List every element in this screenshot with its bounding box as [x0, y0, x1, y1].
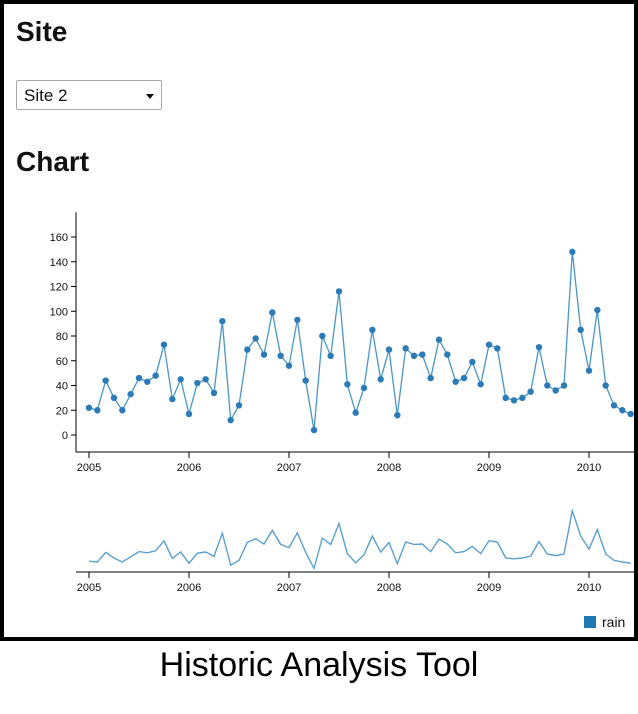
data-point-54: [535, 343, 543, 351]
x-tick-label-2005: 2005: [77, 462, 101, 474]
y-tick-label-100: 100: [50, 306, 68, 318]
data-point-21: [260, 351, 268, 358]
y-tick-label-60: 60: [56, 356, 68, 368]
data-point-52: [519, 394, 526, 402]
data-point-11: [177, 376, 184, 383]
context-x-tick-label-2010: 2010: [577, 582, 601, 594]
data-point-27: [310, 426, 318, 434]
data-point-47: [477, 381, 484, 388]
data-point-43: [444, 351, 451, 358]
y-tick-label-40: 40: [56, 381, 68, 393]
y-tick-label-140: 140: [50, 257, 68, 269]
data-point-51: [510, 397, 518, 404]
data-point-5: [127, 390, 134, 398]
data-point-62: [602, 382, 609, 389]
data-point-19: [244, 346, 251, 353]
data-point-63: [610, 402, 618, 409]
x-tick-label-2010: 2010: [577, 462, 601, 474]
data-point-23: [277, 352, 284, 359]
data-point-32: [352, 409, 359, 416]
data-point-55: [544, 382, 551, 389]
data-point-58: [569, 248, 576, 256]
data-point-13: [194, 379, 201, 387]
data-point-53: [527, 388, 534, 395]
y-tick-label-120: 120: [50, 282, 68, 294]
data-point-24: [285, 362, 293, 369]
x-tick-label-2006: 2006: [177, 462, 201, 474]
data-point-25: [294, 316, 301, 324]
context-x-tick-label-2009: 2009: [477, 582, 501, 594]
legend-label-rain: rain: [602, 614, 626, 630]
y-tick-label-80: 80: [56, 331, 68, 343]
data-point-56: [552, 387, 559, 394]
data-point-33: [360, 384, 368, 392]
data-point-20: [252, 335, 259, 342]
data-point-40: [419, 351, 426, 358]
data-point-30: [335, 288, 343, 295]
data-point-38: [402, 345, 409, 352]
caption: Historic Analysis Tool: [159, 646, 479, 684]
data-point-4: [119, 407, 126, 414]
context-x-tick-label-2006: 2006: [177, 582, 201, 594]
data-point-7: [144, 378, 151, 385]
data-point-10: [169, 395, 176, 403]
data-point-41: [427, 374, 434, 382]
data-point-48: [485, 341, 493, 348]
data-point-35: [377, 376, 384, 383]
data-point-26: [302, 377, 309, 384]
data-point-36: [385, 346, 393, 353]
data-point-31: [344, 381, 351, 388]
data-point-18: [235, 402, 243, 409]
data-point-42: [435, 336, 443, 343]
data-point-3: [110, 394, 118, 402]
data-point-45: [460, 374, 468, 382]
context-x-tick-label-2008: 2008: [377, 582, 401, 594]
data-point-64: [619, 407, 626, 414]
y-tick-label-20: 20: [56, 405, 68, 417]
data-point-12: [185, 410, 193, 418]
data-point-39: [410, 352, 418, 359]
data-point-15: [210, 389, 218, 397]
x-tick-label-2007: 2007: [277, 462, 301, 474]
data-point-37: [394, 412, 401, 419]
data-point-50: [502, 394, 509, 402]
data-point-6: [135, 374, 143, 382]
data-point-1: [94, 407, 101, 414]
context-chart-brush[interactable]: 2005 2006 2007 2008 2009 2010: [76, 508, 634, 594]
y-tick-label-0: 0: [62, 430, 68, 442]
series-line-rain: [88, 251, 631, 431]
context-series-line-rain: [88, 508, 631, 571]
data-point-14: [202, 376, 209, 383]
x-tick-label-2008: 2008: [377, 462, 401, 474]
data-point-17: [227, 416, 234, 424]
data-point-49: [494, 345, 501, 352]
data-point-22: [269, 309, 276, 316]
focus-chart: 0 20 40 60 80 100 120 140 160 2005 2006 2007 2008 200…: [50, 212, 634, 474]
x-tick-label-2009: 2009: [477, 462, 501, 474]
data-point-34: [369, 326, 376, 334]
data-point-44: [452, 378, 459, 385]
legend-swatch-rain: [584, 616, 596, 628]
data-point-0: [85, 404, 93, 411]
data-point-28: [319, 332, 326, 340]
context-x-tick-label-2005: 2005: [77, 582, 101, 594]
data-point-46: [469, 358, 476, 366]
data-point-59: [577, 326, 584, 334]
data-point-57: [560, 382, 568, 389]
data-point-9: [160, 341, 168, 348]
data-point-60: [585, 367, 593, 374]
data-point-8: [152, 372, 159, 379]
data-point-61: [594, 306, 601, 314]
data-point-16: [219, 317, 226, 325]
data-point-2: [102, 377, 109, 384]
rain-chart[interactable]: 0204060801001201401602005 2006 2007 2008 200…: [4, 4, 634, 637]
data-point-65: [627, 410, 634, 418]
data-point-29: [327, 352, 334, 359]
app-frame: Site Site 2 Chart 0 20 40 60 80 100 120 140 160 2…: [0, 0, 638, 641]
y-tick-label-160: 160: [50, 232, 68, 244]
context-x-tick-label-2007: 2007: [277, 582, 301, 594]
